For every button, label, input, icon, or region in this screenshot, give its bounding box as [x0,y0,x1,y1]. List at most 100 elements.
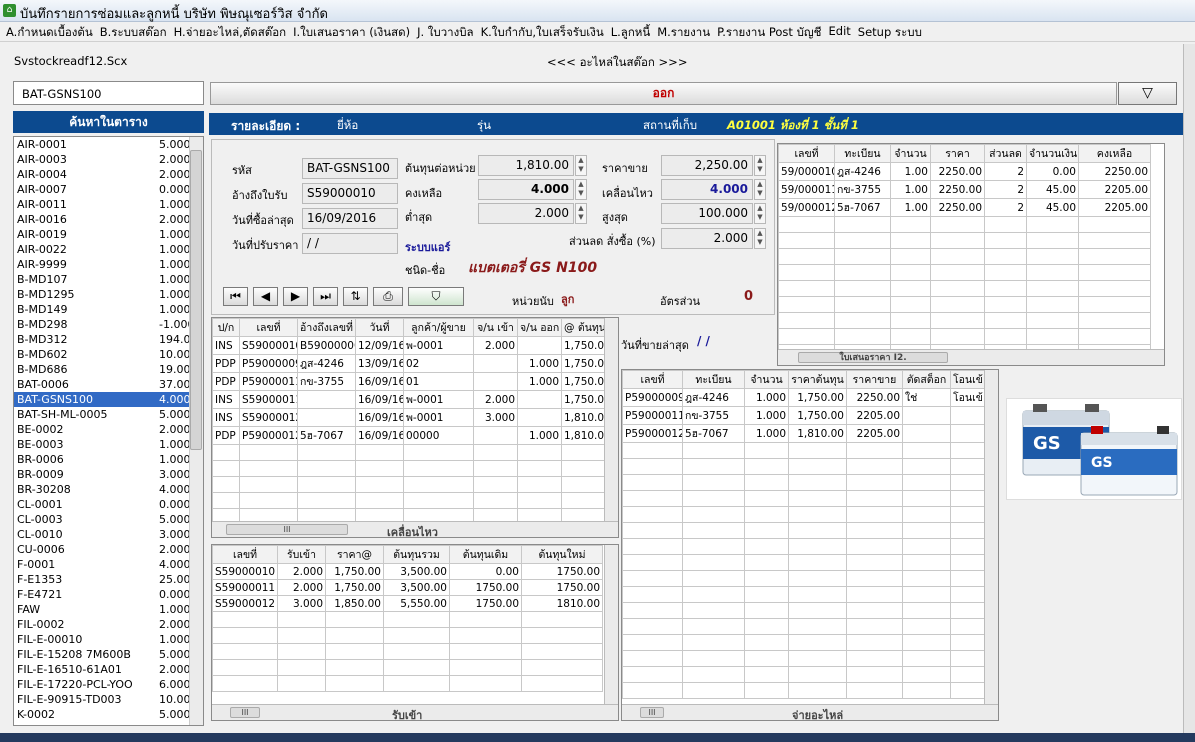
issue-hscroll[interactable]: III จ่ายอะไหล่ [622,704,998,720]
table-cell[interactable]: 5ฮ-7067 [297,426,356,445]
table-cell[interactable] [930,296,985,313]
table-cell[interactable]: 1.000 [744,388,789,407]
table-cell[interactable] [622,650,683,667]
table-cell[interactable] [1078,232,1151,249]
table-row[interactable] [622,634,985,651]
table-cell[interactable] [950,406,985,425]
table-cell[interactable] [846,602,903,619]
table-cell[interactable] [890,328,931,345]
table-cell[interactable]: INS [212,336,240,355]
table-cell[interactable]: S59000011 [212,579,278,596]
table-cell[interactable] [1078,216,1151,233]
table-cell[interactable] [682,634,745,651]
menu-item-3[interactable]: I.ใบเสนอราคา (เงินสด) [293,22,417,41]
table-row[interactable]: PDP P59000012 5ฮ-7067 16/09/16 00000 1.000 1,8… [212,426,609,445]
table-cell[interactable] [1078,328,1151,345]
table-cell[interactable] [622,554,683,571]
table-row[interactable] [778,264,1151,281]
table-cell[interactable] [846,458,903,475]
table-row[interactable] [622,490,985,507]
table-cell[interactable] [930,312,985,329]
table-cell[interactable] [297,408,356,427]
table-cell[interactable] [355,444,404,461]
exit-door-button[interactable]: ⛉ [408,287,464,306]
table-cell[interactable] [212,675,278,692]
table-cell[interactable]: S59000012 [239,408,298,427]
menu-item-4[interactable]: J. ใบวางบิล [417,22,481,41]
table-row[interactable] [622,618,985,635]
table-row[interactable] [622,586,985,603]
table-cell[interactable]: 2 [984,162,1027,181]
table-cell[interactable] [778,312,835,329]
table-cell[interactable]: 5,550.00 [383,595,450,612]
table-cell[interactable] [788,618,847,635]
table-cell[interactable] [682,458,745,475]
menu-item-0[interactable]: A.กำหนดเบื้องต้น [6,22,100,41]
table-cell[interactable] [383,611,450,628]
list-item[interactable]: B-MD1295 1.000 [14,287,203,302]
table-cell[interactable] [1026,312,1079,329]
table-cell[interactable] [984,328,1027,345]
menu-item-2[interactable]: H.จ่ายอะไหล่,ตัดสต๊อก [174,22,293,41]
list-item[interactable]: F-0001 4.000 [14,557,203,572]
quote_grid-col-header[interactable]: จำนวนเงิน [1026,144,1079,163]
table-cell[interactable] [383,643,450,660]
table-cell[interactable] [403,460,474,477]
table-cell[interactable] [950,522,985,539]
table-cell[interactable]: 1.00 [890,180,931,199]
table-cell[interactable] [950,458,985,475]
table-cell[interactable] [902,538,951,555]
table-cell[interactable] [212,611,278,628]
table-cell[interactable] [846,490,903,507]
table-cell[interactable] [846,522,903,539]
table-cell[interactable]: กข-3755 [834,180,891,199]
quote_grid-col-header[interactable]: ส่วนลด [984,144,1027,163]
table-cell[interactable] [950,538,985,555]
table-cell[interactable]: P59000011 [239,372,298,391]
table-cell[interactable] [890,296,931,313]
table-cell[interactable] [930,264,985,281]
list-item[interactable]: BE-0002 2.000 [14,422,203,437]
table-cell[interactable] [778,248,835,265]
receive-grid[interactable]: เลขที่ รับเข้า ราคา@ ต้นทุนรวม ต้นทุนเดิม ต้น… [211,544,619,721]
table-cell[interactable]: 2205.00 [1078,198,1151,217]
table-cell[interactable] [902,682,951,699]
table-cell[interactable] [846,666,903,683]
table-cell[interactable] [239,492,298,509]
exit-button[interactable]: ออก [210,82,1117,105]
table-cell[interactable] [744,490,789,507]
table-cell[interactable] [846,538,903,555]
table-cell[interactable] [890,232,931,249]
table-cell[interactable] [1026,248,1079,265]
list-item[interactable]: BR-0006 1.000 [14,452,203,467]
table-row[interactable] [212,675,603,692]
table-cell[interactable] [561,444,609,461]
table-cell[interactable] [950,474,985,491]
table-cell[interactable] [403,492,474,509]
table-cell[interactable]: กข-3755 [297,372,356,391]
table-cell[interactable] [950,634,985,651]
list-item[interactable]: FIL-E-15208 7M600B 5.000 [14,647,203,662]
table-cell[interactable] [744,634,789,651]
last-record-button[interactable]: ⏭ [313,287,338,306]
list-scroll-thumb[interactable] [190,150,202,450]
unitcost-spinner[interactable]: ▲ ▼ [575,155,587,176]
table-cell[interactable] [902,554,951,571]
table-cell[interactable] [297,390,356,409]
table-cell[interactable] [788,586,847,603]
table-cell[interactable] [682,506,745,523]
table-cell[interactable] [622,618,683,635]
table-cell[interactable]: 3.000 [277,595,326,612]
receive_grid-col-header[interactable]: ต้นทุนใหม่ [521,545,603,564]
table-cell[interactable] [1026,280,1079,297]
table-row[interactable]: S59000011 2.000 1,750.00 3,500.00 1750.00 175… [212,579,603,596]
table-cell[interactable] [622,570,683,587]
table-cell[interactable] [682,602,745,619]
menu-item-8[interactable]: P.รายงาน Post บัญชี [717,22,828,41]
table-cell[interactable] [744,618,789,635]
table-cell[interactable] [984,280,1027,297]
table-cell[interactable]: P59000012 [622,424,683,443]
table-cell[interactable] [277,675,326,692]
price-spinner[interactable]: ▲ ▼ [754,155,766,176]
table-row[interactable] [212,460,609,477]
